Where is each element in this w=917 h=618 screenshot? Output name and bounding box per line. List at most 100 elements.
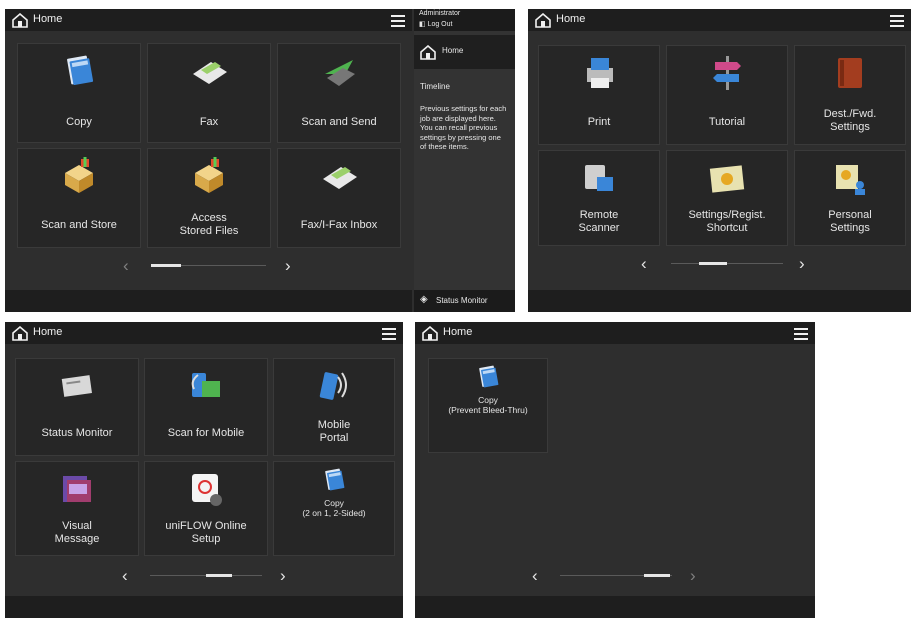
tile-copy[interactable]: Copy <box>17 43 141 143</box>
menu-button[interactable] <box>889 12 905 27</box>
home-icon[interactable] <box>422 326 438 341</box>
page-indicator <box>206 574 232 577</box>
tile-settings-regist-shortcut[interactable]: Settings/Regist. Shortcut <box>666 150 788 246</box>
home-screen-page-3: Home Status Monitor Scan for Mobile Mobi… <box>5 322 403 618</box>
tile-label: Remote Scanner <box>578 209 620 234</box>
tile-print[interactable]: Print <box>538 45 660 145</box>
home-icon <box>420 45 436 60</box>
tile-mobile-portal[interactable]: Mobile Portal <box>273 358 395 456</box>
tile-label: Scan for Mobile <box>167 427 245 439</box>
timeline-panel: Administrator ◧ Log Out Home Timeline Pr… <box>414 9 515 312</box>
header-bar: Home <box>5 322 403 344</box>
copy-prevent-bleed-icon <box>479 365 499 388</box>
tile-label: Mobile Portal <box>317 419 351 444</box>
page-title: Home <box>33 13 63 25</box>
print-icon <box>587 58 613 88</box>
login-box: Administrator ◧ Log Out <box>414 9 515 31</box>
status-monitor-label: Status Monitor <box>436 296 488 305</box>
visual-message-icon <box>63 476 91 502</box>
mobile-portal-icon <box>318 370 347 402</box>
scan-and-send-icon <box>325 60 355 86</box>
footer-bar <box>5 290 412 312</box>
header-bar: Home <box>5 9 412 31</box>
settings-shortcut-icon <box>709 165 745 193</box>
status-monitor-button[interactable]: ◈ Status Monitor <box>414 290 515 312</box>
next-page-button[interactable]: › <box>285 256 291 276</box>
side-home-label: Home <box>442 46 464 55</box>
tile-scan-and-store[interactable]: Scan and Store <box>17 148 141 248</box>
pager: ‹ › <box>122 566 292 586</box>
personal-settings-icon <box>836 165 865 195</box>
timeline-title: Timeline <box>420 82 450 91</box>
menu-button[interactable] <box>793 325 809 340</box>
status-monitor-icon: ◈ <box>420 294 428 305</box>
tile-scan-for-mobile[interactable]: Scan for Mobile <box>144 358 268 456</box>
tile-fax-inbox[interactable]: Fax/I-Fax Inbox <box>277 148 401 248</box>
tile-uniflow-online-setup[interactable]: uniFLOW Online Setup <box>144 461 268 556</box>
pager: ‹ › <box>532 566 702 586</box>
scan-for-mobile-icon <box>191 372 221 398</box>
home-icon[interactable] <box>12 326 28 341</box>
scan-and-store-icon <box>63 157 95 195</box>
page-indicator <box>151 264 181 267</box>
tile-label: Fax <box>199 116 219 128</box>
copy-icon <box>66 55 94 86</box>
footer-bar <box>5 596 403 618</box>
footer-bar <box>528 290 911 312</box>
tile-remote-scanner[interactable]: Remote Scanner <box>538 150 660 246</box>
side-home-button[interactable]: Home <box>414 35 515 69</box>
page-title: Home <box>443 326 473 338</box>
logout-icon: ◧ <box>419 21 428 28</box>
home-icon[interactable] <box>535 13 551 28</box>
prev-page-button[interactable]: ‹ <box>122 566 128 586</box>
next-page-button[interactable]: › <box>690 566 696 586</box>
tile-label: Scan and Send <box>301 116 377 128</box>
prev-page-button[interactable]: ‹ <box>641 254 647 274</box>
prev-page-button[interactable]: ‹ <box>532 566 538 586</box>
tutorial-signpost-icon <box>713 56 741 90</box>
home-screen-page-4: Home Copy (Prevent Bleed-Thru) ‹ › <box>415 322 815 618</box>
tile-label: Access Stored Files <box>179 212 239 237</box>
remote-scanner-icon <box>585 165 613 191</box>
home-icon[interactable] <box>12 13 28 28</box>
tile-label: Settings/Regist. Shortcut <box>688 209 766 234</box>
home-screen-page-2: Home Print Tutorial Dest./Fwd. Settings … <box>528 9 911 312</box>
prev-page-button[interactable]: ‹ <box>123 256 129 276</box>
timeline-text: Previous settings for each job are displ… <box>420 104 507 151</box>
tile-label: Copy (2 on 1, 2-Sided) <box>302 498 366 518</box>
tile-label: Copy <box>66 116 92 128</box>
home-screen-page-1: Home Copy Fax Scan and Send Scan and Sto… <box>5 9 515 312</box>
menu-button[interactable] <box>390 12 406 27</box>
address-book-icon <box>838 58 862 88</box>
access-stored-files-icon <box>193 157 225 195</box>
tile-tutorial[interactable]: Tutorial <box>666 45 788 145</box>
tile-copy-2on1-2sided[interactable]: Copy (2 on 1, 2-Sided) <box>273 461 395 556</box>
tile-access-stored-files[interactable]: Access Stored Files <box>147 148 271 248</box>
tile-personal-settings[interactable]: Personal Settings <box>794 150 906 246</box>
tile-status-monitor[interactable]: Status Monitor <box>15 358 139 456</box>
next-page-button[interactable]: › <box>799 254 805 274</box>
header-bar: Home <box>415 322 815 344</box>
tile-label: Print <box>587 116 611 128</box>
tile-dest-fwd-settings[interactable]: Dest./Fwd. Settings <box>794 45 906 145</box>
page-indicator <box>644 574 670 577</box>
pager: ‹ › <box>641 254 811 274</box>
copy-2on1-icon <box>325 468 345 491</box>
tile-label: Personal Settings <box>828 209 872 234</box>
menu-button[interactable] <box>381 325 397 340</box>
tile-label: Copy (Prevent Bleed-Thru) <box>448 395 528 415</box>
next-page-button[interactable]: › <box>280 566 286 586</box>
tile-fax[interactable]: Fax <box>147 43 271 143</box>
tile-visual-message[interactable]: Visual Message <box>15 461 139 556</box>
logout-link[interactable]: ◧ Log Out <box>419 20 452 28</box>
fax-icon <box>193 62 227 84</box>
footer-bar <box>415 596 815 618</box>
tile-copy-prevent-bleed-thru[interactable]: Copy (Prevent Bleed-Thru) <box>428 358 548 453</box>
tile-label: uniFLOW Online Setup <box>165 520 247 545</box>
fax-inbox-icon <box>323 167 357 189</box>
status-monitor-icon <box>61 375 92 397</box>
tile-label: Dest./Fwd. Settings <box>823 108 877 133</box>
page-indicator <box>699 262 727 265</box>
tile-scan-and-send[interactable]: Scan and Send <box>277 43 401 143</box>
tile-label: Tutorial <box>708 116 746 128</box>
